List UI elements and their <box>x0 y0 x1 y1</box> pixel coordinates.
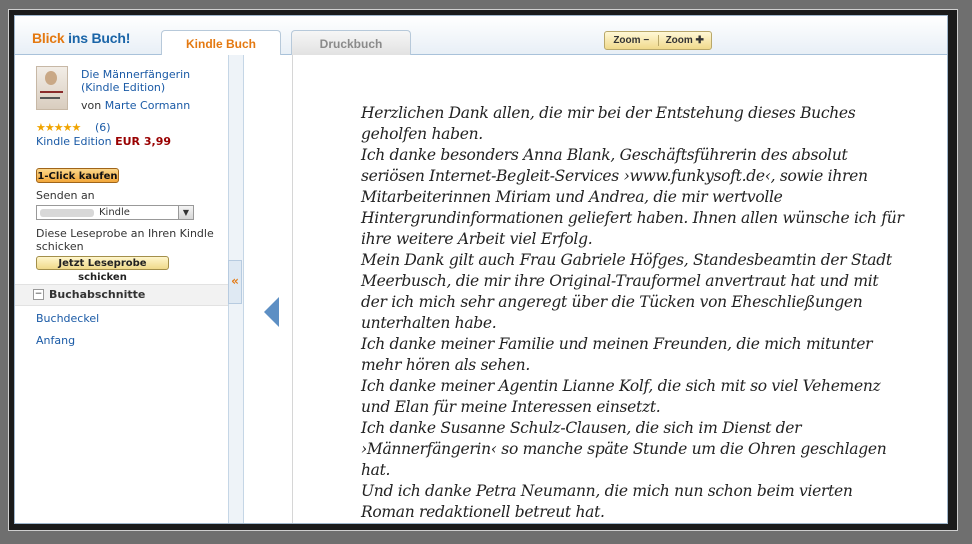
price: EUR 3,99 <box>115 135 171 148</box>
text-line: Und ich danke Petra Neumann, die mich nu… <box>361 482 853 500</box>
section-link-buchdeckel[interactable]: Buchdeckel <box>36 312 99 325</box>
text-line: mehr hören als sehen. <box>361 356 530 374</box>
text-line: ihre weitere Arbeit viel Erfolg. <box>361 230 593 248</box>
sample-instructions-line1: Diese Leseprobe an Ihren Kindle <box>36 227 214 240</box>
text-line: Ich danke besonders Anna Blank, Geschäft… <box>361 146 848 164</box>
collapse-sidebar-icon[interactable]: « <box>228 260 242 304</box>
page-nav-area <box>244 55 293 523</box>
send-sample-button[interactable]: Jetzt Leseprobe schicken <box>36 256 169 283</box>
sample-instructions-line2: schicken <box>36 240 84 253</box>
section-link-anfang[interactable]: Anfang <box>36 334 75 347</box>
device-owner-redacted <box>40 209 94 217</box>
tab-druckbuch[interactable]: Druckbuch <box>291 30 411 55</box>
viewer-header: Blick ins Buch! Kindle Buch Druckbuch Zo… <box>15 16 947 56</box>
logo-part-blick: Blick <box>32 30 65 46</box>
book-title-link[interactable]: Die Männerfängerin <box>81 68 190 81</box>
device-select[interactable]: Kindle ▼ <box>36 205 194 220</box>
kindle-edition-link[interactable]: Kindle Edition <box>36 135 112 148</box>
look-inside-viewer: Blick ins Buch! Kindle Buch Druckbuch Zo… <box>14 15 948 524</box>
rating-stars-icon[interactable]: ★★★★★ <box>36 121 81 134</box>
rating-count-link[interactable]: (6) <box>95 121 111 134</box>
author-line: von Marte Cormann <box>81 99 190 112</box>
blick-ins-buch-logo: Blick ins Buch! <box>32 30 130 46</box>
logo-part-ins-buch: ins Buch! <box>68 30 131 46</box>
text-line: Herzlichen Dank allen, die mir bei der E… <box>361 104 856 122</box>
text-line: Ich danke meiner Familie und meinen Freu… <box>361 335 873 353</box>
sections-title: Buchabschnitte <box>49 288 146 301</box>
text-line: hat. <box>361 461 391 479</box>
author-prefix: von <box>81 99 102 112</box>
text-line: Mein Dank gilt auch Frau Gabriele Höfges… <box>361 251 892 269</box>
send-to-label: Senden an <box>36 189 95 202</box>
text-line: seriösen Internet-Begleit-Services ›www.… <box>361 167 868 185</box>
author-link[interactable]: Marte Cormann <box>105 99 190 112</box>
text-line: geholfen haben. <box>361 125 483 143</box>
text-line: ›Männerfängerin‹ so manche späte Stunde … <box>361 440 887 458</box>
text-line: Meerbusch, die mir ihre Original-Traufor… <box>361 272 879 290</box>
text-line: und Elan für meine Interessen einsetzt. <box>361 398 661 416</box>
tab-kindle-buch[interactable]: Kindle Buch <box>161 30 281 56</box>
zoom-in-button[interactable]: Zoom ✚ <box>659 35 712 46</box>
text-line: Ich danke meiner Agentin Lianne Kolf, di… <box>361 377 881 395</box>
one-click-buy-button[interactable]: 1-Click kaufen <box>36 168 119 183</box>
text-line: Mitarbeiterinnen Miriam und Andrea, die … <box>361 188 783 206</box>
text-line: der ich mich sehr angeregt über die Tück… <box>361 293 863 311</box>
collapse-section-icon[interactable]: − <box>33 289 44 300</box>
text-line: unterhalten habe. <box>361 314 497 332</box>
format-price-line: Kindle Edition EUR 3,99 <box>36 135 171 148</box>
previous-page-arrow-icon[interactable] <box>264 297 279 327</box>
book-edition-link[interactable]: (Kindle Edition) <box>81 81 165 94</box>
sections-header[interactable]: − Buchabschnitte <box>15 284 228 306</box>
chevron-down-icon[interactable]: ▼ <box>178 206 193 219</box>
book-page: Herzlichen Dank allen, die mir bei der E… <box>293 55 947 523</box>
zoom-out-button[interactable]: Zoom − <box>605 35 658 46</box>
page-text: Herzlichen Dank allen, die mir bei der E… <box>361 103 936 523</box>
text-line: Roman redaktionell betreut hat. <box>361 503 605 521</box>
text-line: Hintergrundinformationen geliefert haben… <box>361 209 904 227</box>
sidebar: Die Männerfängerin (Kindle Edition) von … <box>15 55 228 523</box>
book-cover-thumbnail[interactable] <box>36 66 68 110</box>
text-line: Ich danke Susanne Schulz-Clausen, die si… <box>361 419 802 437</box>
zoom-control: Zoom − Zoom ✚ <box>604 31 712 50</box>
device-select-value: Kindle <box>99 207 130 218</box>
